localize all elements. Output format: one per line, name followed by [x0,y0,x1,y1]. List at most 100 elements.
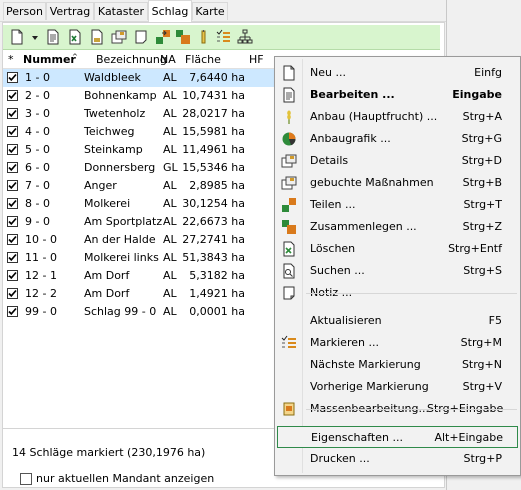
row-checkbox[interactable] [7,198,18,209]
excel-export-icon[interactable] [67,29,83,45]
split-icon[interactable] [155,29,171,45]
menu-item-shortcut: Strg+B [462,176,502,189]
cell-na: AL [163,287,177,300]
search-icon [281,263,297,279]
menu-item-eigenschaften[interactable]: Eigenschaften ... Alt+Eingabe [277,426,518,448]
menu-item-label: Eigenschaften ... [311,431,403,444]
cell-bezeichnung: Twetenholz [84,107,146,120]
menu-item-löschen[interactable]: Löschen Strg+Entf [277,238,518,260]
fertilizer-icon[interactable] [195,29,211,45]
row-checkbox[interactable] [7,126,18,137]
cell-bezeichnung: Molkerei links [84,251,159,264]
tab-karte[interactable]: Karte [192,2,228,20]
menu-item-label: Löschen [310,242,356,255]
row-checkbox[interactable] [7,288,18,299]
menu-item-shortcut: Strg+D [461,154,502,167]
menu-item-shortcut: Strg+P [463,452,502,465]
merge-icon[interactable] [175,29,191,45]
cell-nummer: 6 - 0 [25,161,50,174]
col-header-flaeche[interactable]: Fläche [185,53,221,66]
menu-item-shortcut: Strg+Z [462,220,502,233]
menu-item-suchen[interactable]: Suchen ... Strg+S [277,260,518,282]
menu-item-teilen[interactable]: Teilen ... Strg+T [277,194,518,216]
tab-bar: Person Vertrag Kataster Schlag Karte [0,0,446,22]
sort-asc-icon: ^ [72,53,78,61]
cell-na: AL [163,107,177,120]
row-checkbox[interactable] [7,180,18,191]
cell-flaeche: 30,1254 ha [182,197,245,210]
tab-schlag[interactable]: Schlag [148,0,192,22]
col-header-hf[interactable]: HF [249,53,264,66]
dropdown-arrow-icon[interactable] [27,29,38,45]
menu-item-label: Nächste Markierung [310,358,421,371]
menu-item-label: gebuchte Maßnahmen [310,176,434,189]
cell-flaeche: 28,0217 ha [182,107,245,120]
cell-bezeichnung: Am Dorf [84,269,130,282]
menu-item-bearbeiten[interactable]: Bearbeiten ... Eingabe [277,84,518,106]
row-checkbox[interactable] [7,162,18,173]
mark-list-icon [281,335,297,351]
cell-flaeche: 15,5346 ha [182,161,245,174]
cell-flaeche: 2,8985 ha [189,179,245,192]
window: Person Vertrag Kataster Schlag Karte * N… [0,0,521,490]
cell-nummer: 4 - 0 [25,125,50,138]
tab-vertrag[interactable]: Vertrag [46,2,94,20]
delete-icon [281,241,297,257]
cell-nummer: 2 - 0 [25,89,50,102]
cell-nummer: 12 - 2 [25,287,57,300]
cell-na: AL [163,215,177,228]
menu-item-details[interactable]: Details Strg+D [277,150,518,172]
cell-na: AL [163,305,177,318]
cell-nummer: 5 - 0 [25,143,50,156]
mark-list-icon[interactable] [215,29,231,45]
cell-flaeche: 51,3843 ha [182,251,245,264]
cell-bezeichnung: Schlag 99 - 0 [84,305,157,318]
details-icon[interactable] [111,29,127,45]
current-client-only-checkbox[interactable] [20,473,32,485]
row-checkbox[interactable] [7,306,18,317]
row-checkbox[interactable] [7,72,18,83]
notes-icon[interactable] [133,29,149,45]
menu-item-vorherige-markierung[interactable]: Vorherige Markierung Strg+V [277,376,518,398]
new-doc-icon[interactable] [9,29,25,45]
col-header-bezeichnung[interactable]: Bezeichnung [96,53,167,66]
tab-kataster[interactable]: Kataster [94,2,148,20]
cell-bezeichnung: Am Dorf [84,287,130,300]
row-checkbox[interactable] [7,108,18,119]
row-checkbox[interactable] [7,90,18,101]
menu-item-nächste-markierung[interactable]: Nächste Markierung Strg+N [277,354,518,376]
row-checkbox[interactable] [7,270,18,281]
cell-nummer: 8 - 0 [25,197,50,210]
menu-item-shortcut: Einfg [474,66,502,79]
menu-item-anbaugrafik[interactable]: Anbaugrafik ... Strg+G [277,128,518,150]
menu-item-anbau-hauptfrucht[interactable]: Anbau (Hauptfrucht) ... Strg+A [277,106,518,128]
current-client-only-label: nur aktuellen Mandant anzeigen [36,472,215,485]
menu-item-label: Suchen ... [310,264,365,277]
report-icon[interactable] [89,29,105,45]
menu-item-neu[interactable]: Neu ... Einfg [277,62,518,84]
cell-flaeche: 27,2741 ha [182,233,245,246]
row-checkbox[interactable] [7,252,18,263]
menu-item-label: Zusammenlegen ... [310,220,417,233]
menu-item-shortcut: Strg+S [463,264,502,277]
row-checkbox[interactable] [7,216,18,227]
cell-nummer: 99 - 0 [25,305,57,318]
menu-item-zusammenlegen[interactable]: Zusammenlegen ... Strg+Z [277,216,518,238]
cell-bezeichnung: An der Halde [84,233,156,246]
menu-item-label: Aktualisieren [310,314,382,327]
row-checkbox[interactable] [7,234,18,245]
menu-item-aktualisieren[interactable]: Aktualisieren F5 [277,310,518,332]
col-header-nummer[interactable]: Nummer [23,53,76,66]
menu-item-gebuchte-maßnahmen[interactable]: gebuchte Maßnahmen Strg+B [277,172,518,194]
menu-item-shortcut: Strg+T [463,198,502,211]
row-checkbox[interactable] [7,144,18,155]
col-header-mark[interactable]: * [8,53,14,66]
menu-item-markieren[interactable]: Markieren ... Strg+M [277,332,518,354]
menu-item-drucken[interactable]: Drucken ... Strg+P [277,448,518,470]
tree-structure-icon[interactable] [237,29,253,45]
tab-person[interactable]: Person [3,2,46,20]
context-menu: Neu ... Einfg Bearbeiten ... Eingabe Anbau (… [274,56,521,476]
menu-item-label: Anbaugrafik ... [310,132,391,145]
col-header-na[interactable]: NA [160,53,176,66]
edit-doc-icon[interactable] [45,29,61,45]
